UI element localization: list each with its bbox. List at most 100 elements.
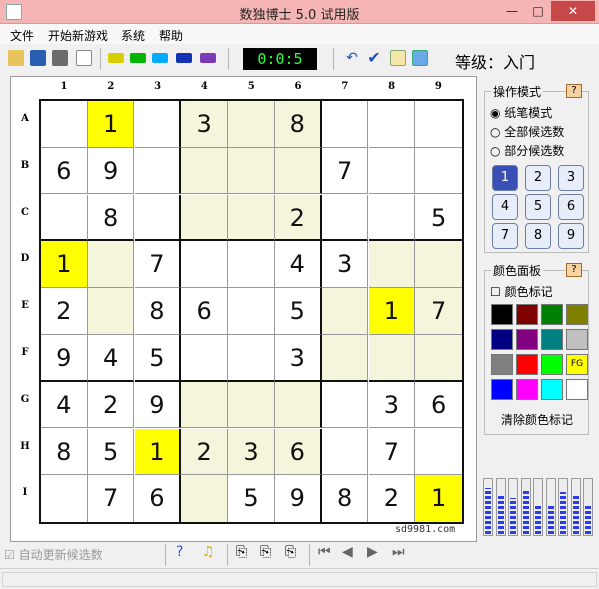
sudoku-cell[interactable]: [368, 101, 416, 148]
sudoku-cell[interactable]: 1: [87, 101, 135, 148]
green-swatch-icon[interactable]: [130, 53, 146, 63]
sudoku-cell[interactable]: 2: [368, 475, 416, 522]
sudoku-cell[interactable]: 6: [41, 147, 88, 195]
radio-partial-candidates[interactable]: ○ 部分候选数: [490, 142, 564, 159]
sudoku-cell[interactable]: [321, 428, 369, 476]
menu-new-game[interactable]: 开始新游戏: [48, 27, 108, 44]
sudoku-cell[interactable]: [368, 241, 416, 288]
sudoku-cell[interactable]: [415, 335, 462, 382]
sudoku-cell[interactable]: [321, 288, 369, 335]
number-button[interactable]: 1: [492, 165, 518, 191]
number-button[interactable]: 9: [558, 223, 584, 249]
sudoku-cell[interactable]: [41, 101, 88, 148]
sudoku-cell[interactable]: 4: [87, 335, 135, 382]
color-mark-checkbox[interactable]: ☐ 颜色标记: [490, 283, 553, 300]
sudoku-cell[interactable]: 8: [134, 288, 182, 335]
number-button[interactable]: 4: [492, 194, 518, 220]
sudoku-cell[interactable]: 7: [415, 288, 462, 335]
color-swatch[interactable]: [566, 304, 588, 325]
tree-icon[interactable]: ⎘: [236, 544, 252, 560]
color-swatch[interactable]: [516, 304, 538, 325]
color-swatch[interactable]: [491, 354, 513, 375]
first-step-icon[interactable]: ⏮: [318, 544, 334, 560]
sudoku-cell[interactable]: [181, 147, 228, 195]
color-swatch[interactable]: [491, 329, 513, 350]
sudoku-cell[interactable]: [228, 335, 275, 382]
sudoku-cell[interactable]: 9: [41, 335, 88, 382]
sudoku-cell[interactable]: [181, 335, 228, 382]
sudoku-cell[interactable]: [368, 147, 416, 195]
yellow-swatch-icon[interactable]: [108, 53, 124, 63]
menu-file[interactable]: 文件: [10, 27, 34, 44]
sudoku-cell[interactable]: 3: [275, 335, 322, 382]
clear-color-marks-button[interactable]: 清除颜色标记: [501, 411, 573, 428]
sudoku-cell[interactable]: [368, 194, 416, 242]
open-icon[interactable]: [8, 50, 24, 66]
sudoku-cell[interactable]: 8: [321, 475, 369, 522]
sudoku-cell[interactable]: 9: [134, 381, 182, 429]
number-button[interactable]: 8: [525, 223, 551, 249]
cyan-swatch-icon[interactable]: [152, 53, 168, 63]
color-swatch[interactable]: [541, 304, 563, 325]
number-button[interactable]: 3: [558, 165, 584, 191]
sudoku-cell[interactable]: 1: [368, 288, 416, 335]
sudoku-cell[interactable]: 1: [41, 241, 88, 288]
picture-icon[interactable]: [412, 50, 428, 66]
last-step-icon[interactable]: ⏭: [392, 544, 408, 560]
maximize-button[interactable]: □: [525, 1, 551, 21]
menu-help[interactable]: 帮助: [159, 27, 183, 44]
next-step-icon[interactable]: ▶: [367, 544, 383, 560]
close-button[interactable]: ✕: [551, 1, 595, 21]
sudoku-cell[interactable]: [87, 241, 135, 288]
color-swatch[interactable]: [516, 379, 538, 400]
sudoku-cell[interactable]: 5: [87, 428, 135, 476]
sudoku-cell[interactable]: [415, 147, 462, 195]
number-button[interactable]: 5: [525, 194, 551, 220]
copy-icon[interactable]: [390, 50, 406, 66]
menu-system[interactable]: 系统: [121, 27, 145, 44]
sudoku-cell[interactable]: [134, 194, 182, 242]
prev-step-icon[interactable]: ◀: [342, 544, 358, 560]
sudoku-cell[interactable]: 6: [275, 428, 322, 476]
color-swatch[interactable]: FG: [566, 354, 588, 375]
sudoku-cell[interactable]: 9: [87, 147, 135, 195]
sudoku-cell[interactable]: [321, 335, 369, 382]
minimize-button[interactable]: —: [499, 1, 525, 21]
sudoku-cell[interactable]: 7: [134, 241, 182, 288]
color-swatch[interactable]: [541, 329, 563, 350]
color-swatch[interactable]: [566, 329, 588, 350]
sudoku-cell[interactable]: 2: [181, 428, 228, 476]
sudoku-cell[interactable]: [228, 147, 275, 195]
sudoku-cell[interactable]: [41, 475, 88, 522]
sudoku-cell[interactable]: [41, 194, 88, 242]
help-cursor-icon[interactable]: ?: [176, 544, 192, 560]
color-swatch[interactable]: [541, 379, 563, 400]
check-icon[interactable]: ✔: [366, 50, 382, 66]
sudoku-cell[interactable]: 9: [275, 475, 322, 522]
sudoku-cell[interactable]: 5: [415, 194, 462, 242]
sudoku-cell[interactable]: [415, 241, 462, 288]
purple-swatch-icon[interactable]: [200, 53, 216, 63]
sudoku-cell[interactable]: [228, 381, 275, 429]
sudoku-cell[interactable]: 3: [368, 381, 416, 429]
sudoku-cell[interactable]: [368, 335, 416, 382]
color-swatch[interactable]: [566, 379, 588, 400]
sudoku-cell[interactable]: 8: [275, 101, 322, 148]
sudoku-cell[interactable]: 4: [275, 241, 322, 288]
number-button[interactable]: 7: [492, 223, 518, 249]
sudoku-cell[interactable]: 3: [228, 428, 275, 476]
sudoku-cell[interactable]: 4: [41, 381, 88, 429]
sudoku-cell[interactable]: [321, 381, 369, 429]
sudoku-cell[interactable]: 5: [134, 335, 182, 382]
print-icon[interactable]: [52, 50, 68, 66]
sudoku-cell[interactable]: [181, 381, 228, 429]
sudoku-cell[interactable]: 7: [87, 475, 135, 522]
sudoku-cell[interactable]: 7: [321, 147, 369, 195]
radio-pen-mode[interactable]: ◉ 纸笔模式: [490, 104, 552, 121]
number-button[interactable]: 2: [525, 165, 551, 191]
radio-all-candidates[interactable]: ○ 全部候选数: [490, 123, 564, 140]
tree-remove-icon[interactable]: ⎘: [285, 544, 301, 560]
sudoku-cell[interactable]: [228, 194, 275, 242]
sudoku-cell[interactable]: 2: [275, 194, 322, 242]
color-swatch[interactable]: [491, 304, 513, 325]
